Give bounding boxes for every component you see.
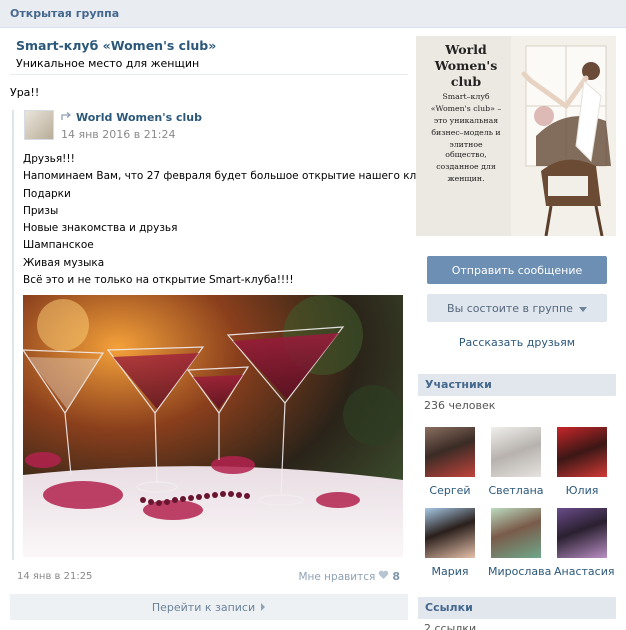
member-name[interactable]: Сергей [422, 484, 478, 497]
repost-author[interactable]: World Women's club [61, 111, 202, 124]
links-section-header[interactable]: Ссылки [418, 597, 616, 619]
group-cover-image[interactable]: World Women's club Smart–клуб «Women's c… [416, 36, 616, 236]
post-photo-cocktail-glasses[interactable] [23, 295, 403, 557]
group-name[interactable]: Smart-клуб «Women's club» [16, 38, 408, 53]
membership-label: Вы состоите в группе [447, 301, 573, 315]
send-message-button[interactable]: Отправить сообщение [427, 256, 607, 284]
repost-indicator-bar [12, 110, 14, 560]
member-name[interactable]: Юлия [554, 484, 610, 497]
member-name[interactable]: Мария [422, 565, 478, 578]
membership-dropdown[interactable]: Вы состоите в группе [427, 294, 607, 322]
post-date[interactable]: 14 янв в 21:25 [17, 571, 92, 582]
post-text: Ура!! [10, 86, 40, 99]
cover-sub-line: это уникальная [433, 116, 499, 125]
member-avatar[interactable] [491, 427, 541, 477]
like-button[interactable]: Мне нравится 8 [298, 570, 400, 583]
member-avatar[interactable] [425, 508, 475, 558]
member-card[interactable]: Мария [422, 508, 478, 578]
chevron-down-icon [578, 302, 587, 315]
post-line: Призы [23, 204, 59, 217]
post-line: Подарки [23, 187, 71, 200]
post-line: Живая музыка [23, 256, 105, 269]
divider [10, 74, 408, 75]
post-line: Всё это и не только на открытие Smart-кл… [23, 274, 294, 287]
members-count[interactable]: 236 человек [424, 399, 495, 412]
post-line: Друзья!!! [23, 153, 75, 165]
member-card[interactable]: Юлия [554, 427, 610, 497]
heart-icon [378, 570, 389, 583]
repost-author-name[interactable]: World Women's club [76, 111, 202, 124]
repost-author-avatar[interactable] [24, 110, 54, 140]
cover-sub-line: Smart–клуб [442, 92, 490, 101]
member-card[interactable]: Сергей [422, 427, 478, 497]
post-line: Напоминаем Вам, что 27 февраля будет бол… [23, 170, 440, 183]
post-line: Шампанское [23, 239, 94, 252]
repost-date[interactable]: 14 янв 2016 в 21:24 [61, 128, 175, 141]
cover-sub-line: «Women's club» – [430, 104, 502, 113]
repost-arrow-icon [61, 111, 72, 124]
cover-title-line: Women's [434, 58, 498, 73]
chevron-right-icon [260, 601, 266, 614]
member-card[interactable]: Мирослава [488, 508, 551, 578]
repost-text: Друзья!!! Напоминаем Вам, что 27 февраля… [23, 151, 440, 289]
cover-title-line: club [450, 74, 482, 89]
member-avatar[interactable] [425, 427, 475, 477]
cover-title-line: World [445, 42, 487, 57]
goto-post-button[interactable]: Перейти к записи [10, 594, 408, 620]
tell-friends-link[interactable]: Рассказать друзьям [427, 336, 607, 349]
cover-sub-line: созданное для [436, 162, 496, 171]
like-label: Мне нравится [298, 570, 376, 583]
member-avatar[interactable] [557, 427, 607, 477]
cover-text: World Women's club Smart–клуб «Women's c… [430, 42, 502, 184]
goto-post-label: Перейти к записи [151, 600, 256, 614]
members-section-header[interactable]: Участники [418, 374, 616, 396]
member-name[interactable]: Светлана [488, 484, 544, 497]
group-description: Уникальное место для женщин [16, 57, 200, 70]
cover-sub-line: элитное общество, [445, 140, 487, 159]
member-name[interactable]: Мирослава [488, 565, 551, 578]
group-header: Smart-клуб «Women's club» Уникальное мес… [16, 38, 408, 70]
links-count[interactable]: 2 ссылки [424, 622, 476, 630]
member-card[interactable]: Светлана [488, 427, 544, 497]
member-avatar[interactable] [491, 508, 541, 558]
cover-sub-line: бизнес–модель и [431, 128, 501, 137]
group-type-bar: Открытая группа [0, 0, 626, 28]
member-avatar[interactable] [557, 508, 607, 558]
member-name[interactable]: Анастасия [554, 565, 614, 578]
group-type-label: Открытая группа [10, 7, 120, 20]
member-card[interactable]: Анастасия [554, 508, 614, 578]
post-line: Новые знакомства и друзья [23, 222, 178, 235]
cover-sub-line: женщин. [447, 174, 485, 183]
like-count: 8 [392, 570, 400, 583]
